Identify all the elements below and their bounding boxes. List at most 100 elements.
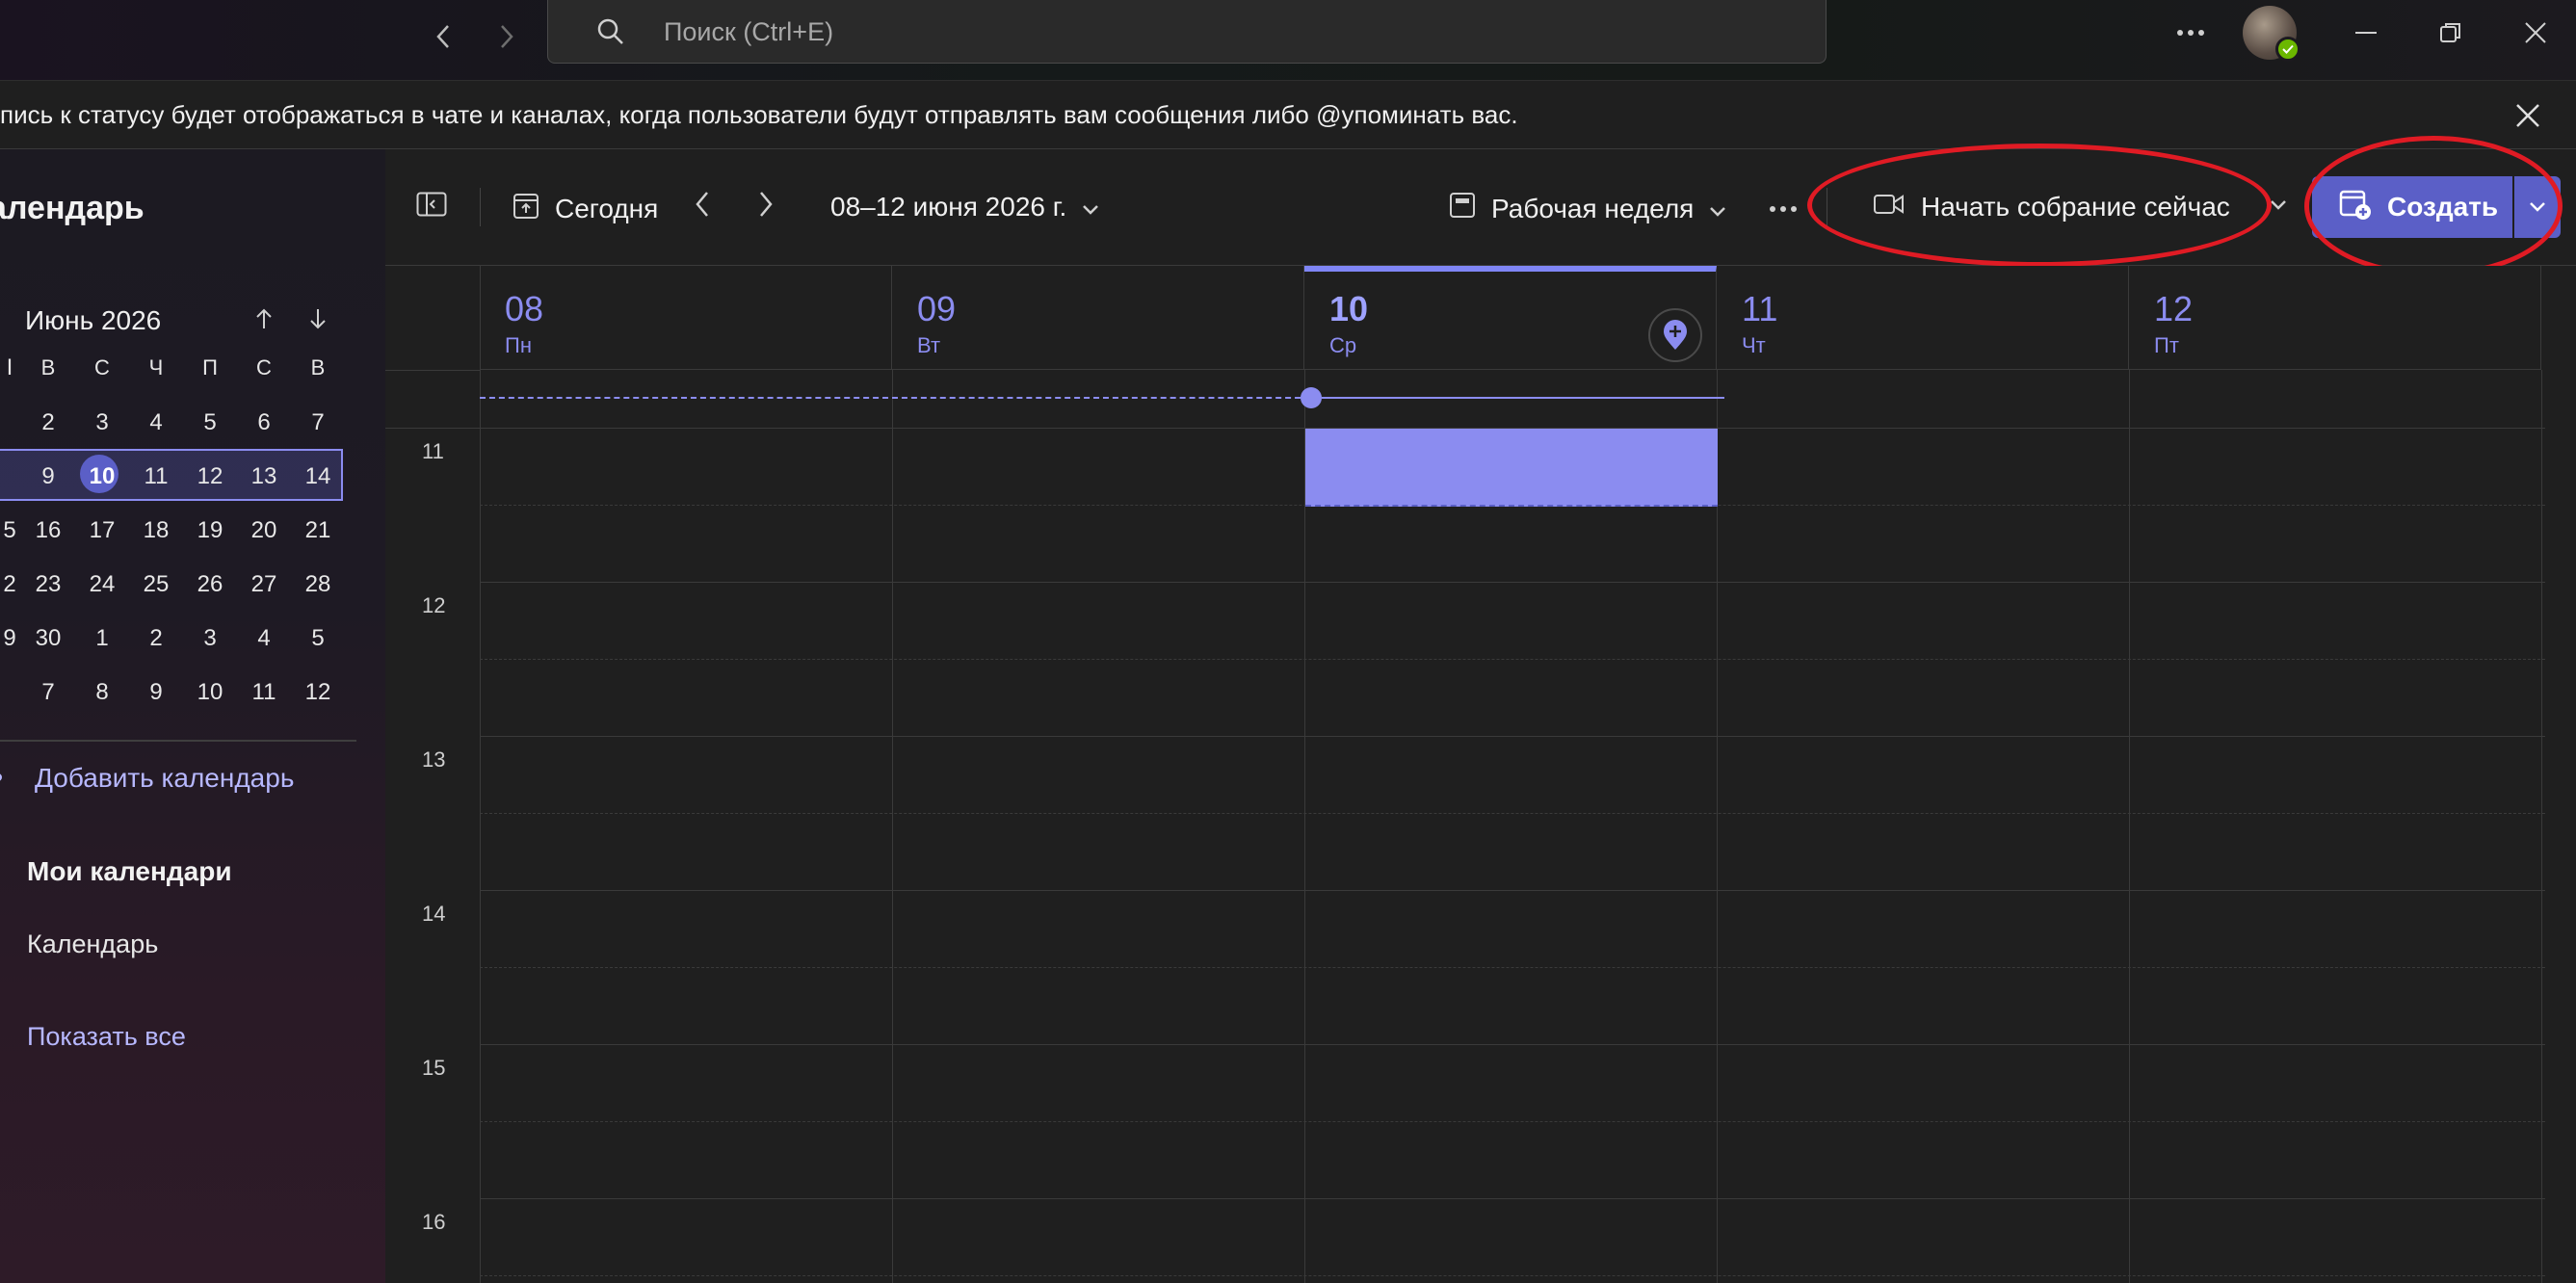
video-camera-icon	[1873, 192, 1906, 223]
date-range-picker[interactable]: 08–12 июня 2026 г.	[830, 192, 1099, 223]
half-hour-line	[480, 659, 2545, 660]
day-weekday: Чт	[1742, 333, 1766, 357]
arrow-up-icon[interactable]	[247, 301, 281, 336]
mini-calendar-day[interactable]: 7	[291, 396, 345, 450]
toggle-sidebar-icon[interactable]	[416, 192, 447, 217]
weekday-header: В	[310, 355, 326, 380]
mini-calendar-day[interactable]: 11	[237, 666, 291, 720]
calendar-list-item[interactable]: Календарь	[27, 930, 158, 959]
mini-calendar-day[interactable]: 7	[21, 666, 75, 720]
half-hour-line	[480, 1121, 2545, 1122]
search-box[interactable]: Поиск (Ctrl+E)	[547, 0, 1827, 64]
mini-calendar-day[interactable]: 8	[75, 666, 129, 720]
selected-time-slot[interactable]	[1305, 429, 1718, 507]
prev-week-icon[interactable]	[694, 190, 711, 219]
day-header-11[interactable]: 11 Чт	[1717, 266, 2129, 370]
day-column-divider	[2129, 370, 2130, 1283]
separator	[480, 188, 481, 226]
more-icon[interactable]	[2164, 12, 2218, 54]
day-weekday: Вт	[917, 333, 941, 357]
mini-calendar-day[interactable]: 24	[75, 558, 129, 612]
create-button[interactable]: Создать	[2312, 176, 2512, 238]
forward-icon[interactable]	[487, 17, 526, 56]
mini-calendar-day[interactable]: 9	[129, 666, 183, 720]
mini-calendar-day[interactable]: 1	[75, 612, 129, 666]
today-button[interactable]: Сегодня	[513, 190, 658, 227]
day-header-08[interactable]: 08 Пн	[480, 266, 892, 370]
create-dropdown-icon[interactable]	[2514, 176, 2561, 238]
mini-calendar-day[interactable]: 17	[75, 504, 129, 558]
mini-calendar-day[interactable]: 30	[21, 612, 75, 666]
minimize-icon[interactable]	[2339, 12, 2393, 54]
day-number: 11	[1742, 289, 1778, 328]
create-label: Создать	[2387, 192, 2499, 222]
hour-label: 16	[422, 1210, 446, 1234]
more-options-icon[interactable]	[1769, 205, 1798, 213]
mini-calendar-day[interactable]: 3	[183, 612, 237, 666]
close-banner-icon[interactable]	[2509, 96, 2547, 135]
mini-calendar-day[interactable]: 20	[237, 504, 291, 558]
day-column-divider	[1717, 370, 1718, 1283]
view-switcher[interactable]: Рабочая неделя	[1449, 192, 1726, 225]
time-column	[385, 266, 481, 1283]
day-header-12[interactable]: 12 Пт	[2129, 266, 2541, 370]
mini-calendar-day[interactable]: 10	[183, 666, 237, 720]
show-all-link[interactable]: Показать все	[27, 1022, 186, 1052]
mini-calendar-day[interactable]: 13	[237, 450, 291, 504]
mini-calendar-day[interactable]: 27	[237, 558, 291, 612]
arrow-down-icon[interactable]	[301, 301, 335, 336]
weekday-header: С	[94, 355, 110, 380]
mini-calendar-day[interactable]: 3	[75, 396, 129, 450]
mini-calendar-day[interactable]: 4	[237, 612, 291, 666]
mini-calendar-day[interactable]: 26	[183, 558, 237, 612]
mini-calendar-day[interactable]: 12	[291, 666, 345, 720]
close-window-icon[interactable]	[2509, 12, 2563, 54]
day-number: 10	[1329, 289, 1369, 328]
current-time-line-past	[480, 397, 1310, 399]
date-range-label: 08–12 июня 2026 г.	[830, 192, 1067, 222]
work-week-icon	[1449, 192, 1476, 225]
mini-calendar-day[interactable]: 9	[21, 450, 75, 504]
search-input[interactable]: Поиск (Ctrl+E)	[664, 17, 833, 47]
restore-icon[interactable]	[2424, 12, 2478, 54]
chevron-down-icon	[1709, 194, 1726, 224]
calendar-toolbar: Сегодня 08–12 июня 2026 г. Рабочая недел…	[385, 136, 2576, 276]
mini-calendar-day[interactable]: 2	[129, 612, 183, 666]
mini-calendar-day[interactable]: 28	[291, 558, 345, 612]
add-event-icon[interactable]	[1648, 308, 1702, 362]
mini-calendar-day[interactable]: 12	[183, 450, 237, 504]
mini-calendar-day[interactable]: 2	[21, 396, 75, 450]
mini-calendar-day[interactable]: 14	[291, 450, 345, 504]
divider	[0, 740, 356, 742]
add-calendar-link[interactable]: Добавить календарь	[35, 763, 294, 794]
day-column-divider	[892, 370, 893, 1283]
mini-calendar-day[interactable]: 21	[291, 504, 345, 558]
mini-calendar-day[interactable]: 18	[129, 504, 183, 558]
meet-now-dropdown-icon[interactable]	[2270, 199, 2287, 211]
next-week-icon[interactable]	[757, 190, 775, 219]
day-header-09[interactable]: 09 Вт	[892, 266, 1304, 370]
weekday-header: В	[40, 355, 56, 380]
mini-calendar-day[interactable]: 10	[75, 450, 129, 504]
mini-calendar-day[interactable]: 25	[129, 558, 183, 612]
hour-line	[480, 890, 2545, 891]
mini-calendar-day[interactable]: 23	[21, 558, 75, 612]
title-bar: Поиск (Ctrl+E)	[0, 0, 2576, 81]
mini-calendar-day[interactable]: 5	[183, 396, 237, 450]
day-column-divider	[2541, 370, 2542, 1283]
day-column-divider	[1304, 370, 1305, 1283]
day-number: 08	[505, 289, 544, 328]
mini-calendar-day[interactable]: 16	[21, 504, 75, 558]
avatar[interactable]	[2243, 6, 2300, 62]
day-header-10[interactable]: 10 Ср	[1304, 266, 1717, 370]
hour-line	[480, 1044, 2545, 1045]
mini-calendar-day[interactable]: 11	[129, 450, 183, 504]
meet-now-button[interactable]: Начать собрание сейчас	[1873, 192, 2230, 223]
mini-calendar-day[interactable]: 6	[237, 396, 291, 450]
hour-label: 12	[422, 593, 446, 617]
mini-calendar-day[interactable]: 5	[291, 612, 345, 666]
mini-calendar-day[interactable]: 19	[183, 504, 237, 558]
mini-calendar-day[interactable]: 4	[129, 396, 183, 450]
back-icon[interactable]	[424, 17, 462, 56]
hour-line	[480, 582, 2545, 583]
